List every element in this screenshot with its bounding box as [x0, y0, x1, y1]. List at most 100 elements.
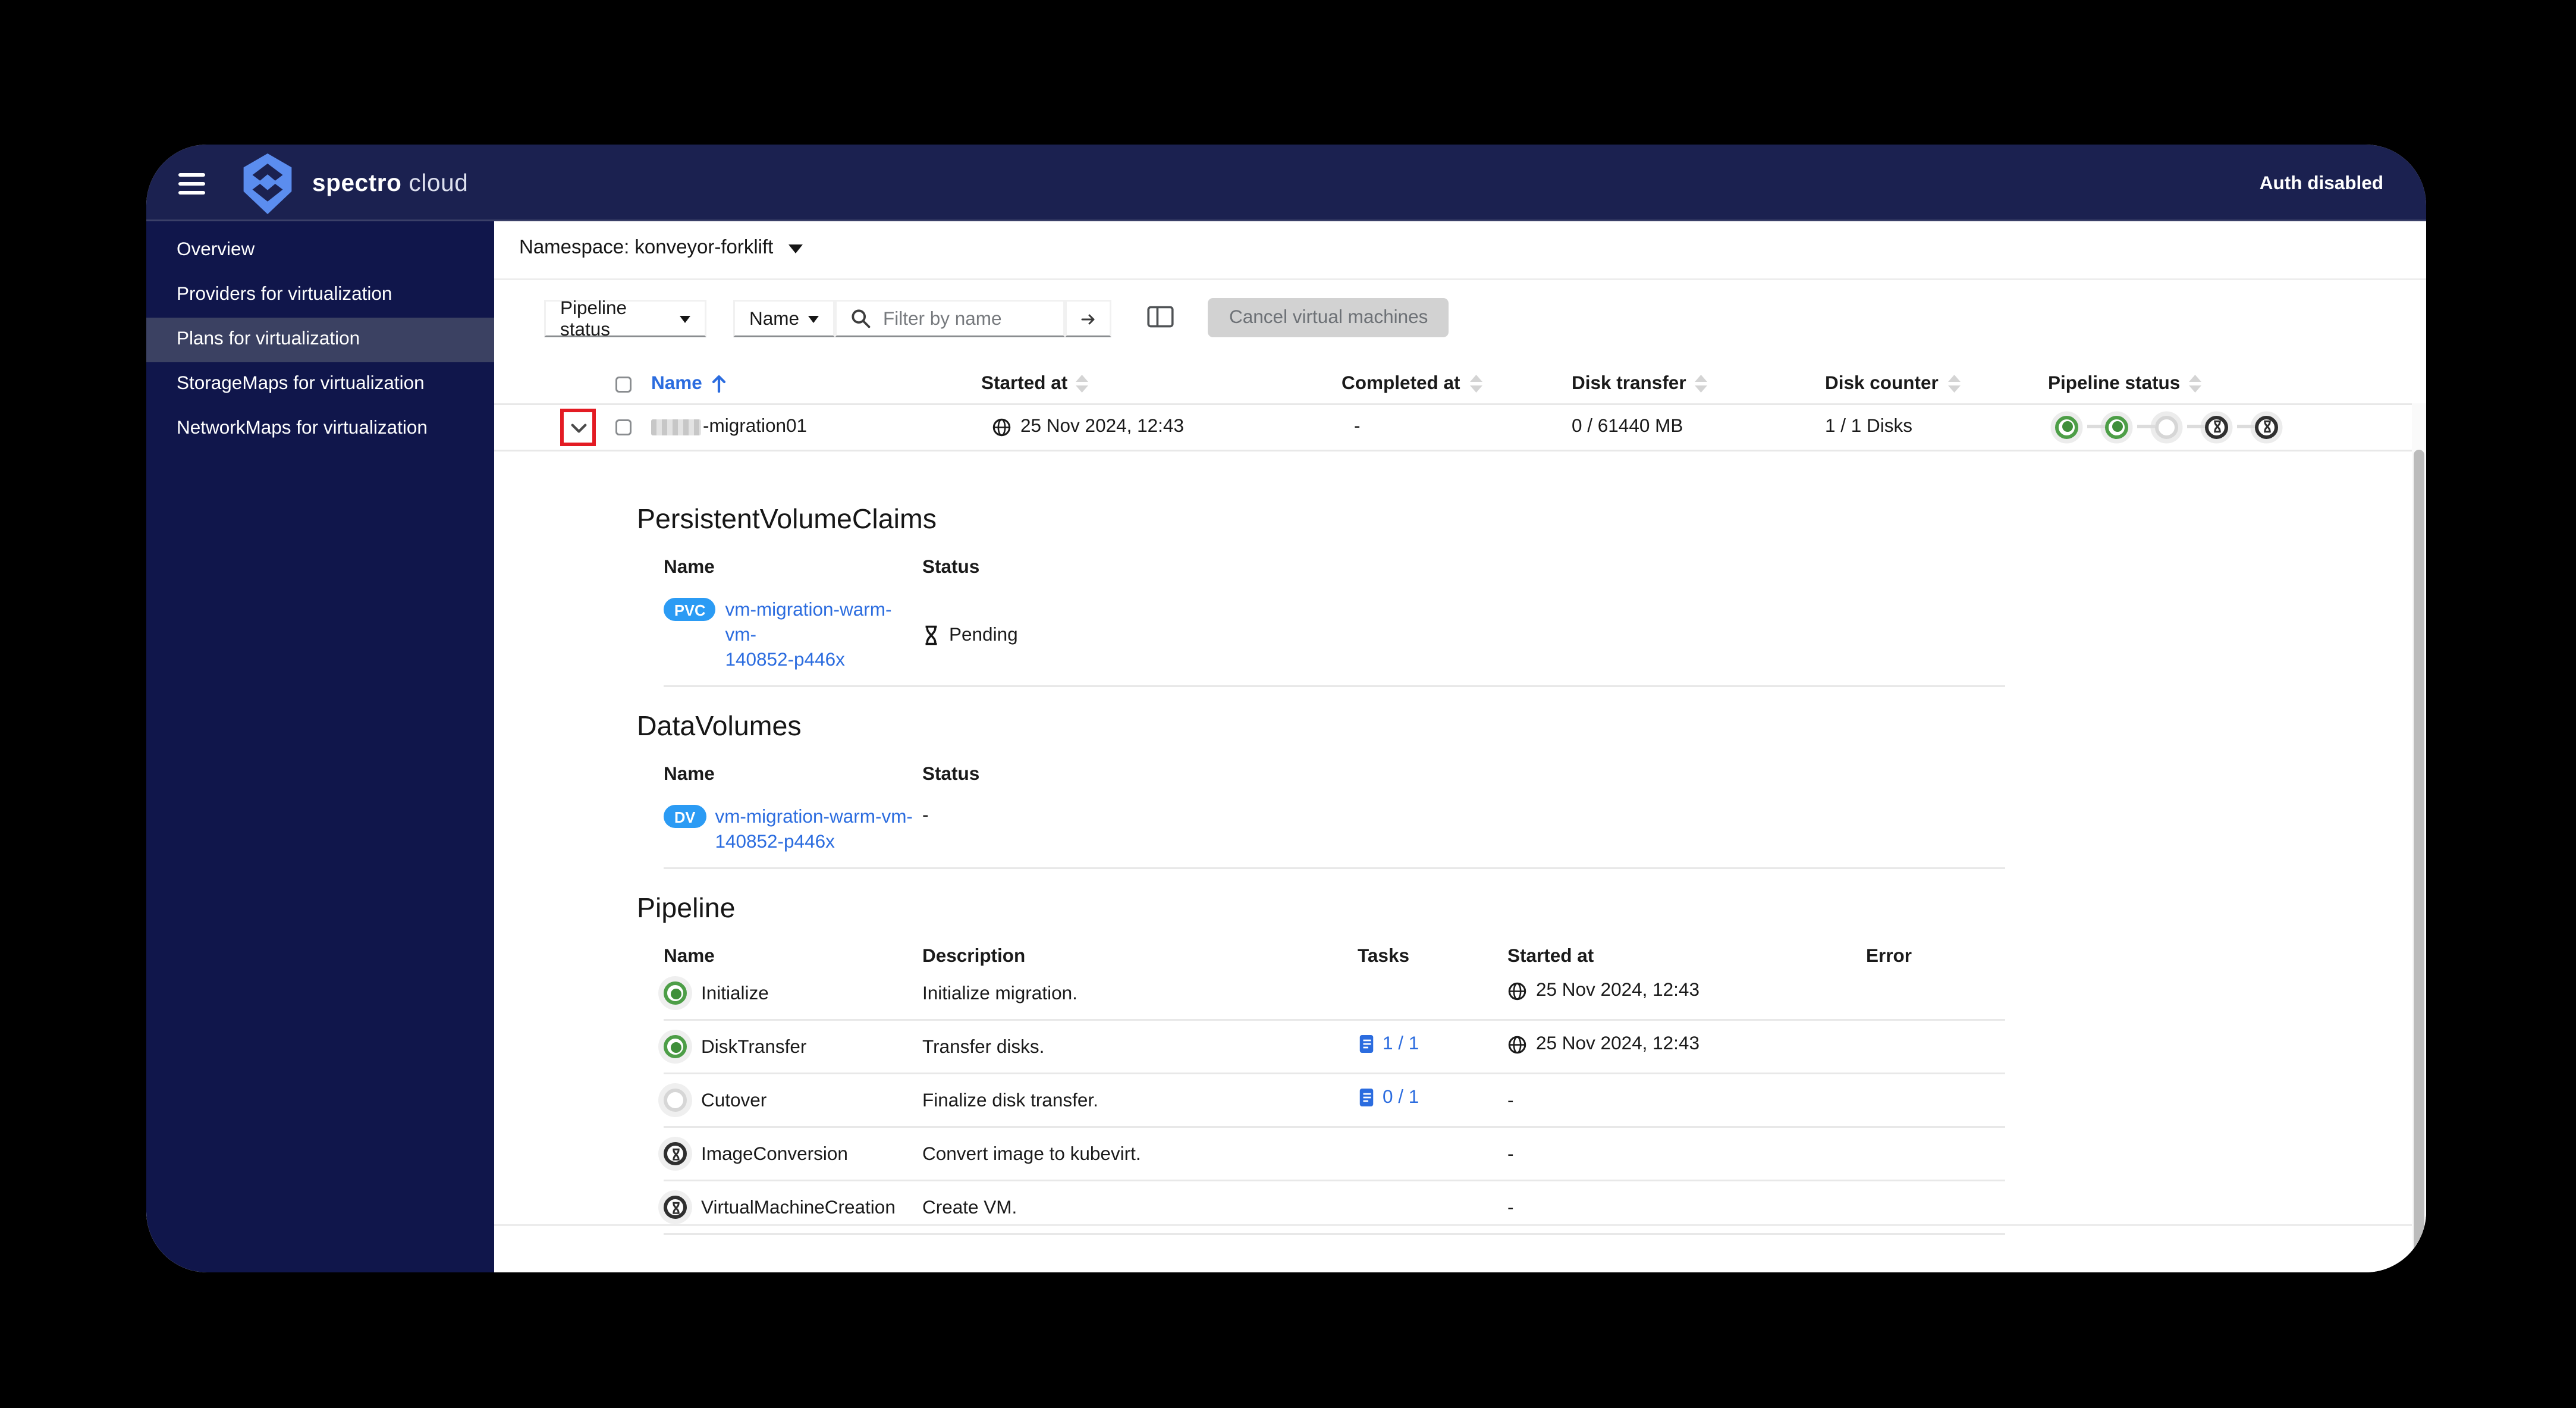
column-header-started-at[interactable]: Started at [981, 364, 1089, 403]
task-started-at: - [1507, 1143, 1514, 1165]
globe-icon [992, 418, 1011, 435]
column-header-disk-transfer[interactable]: Disk transfer [1572, 364, 1708, 403]
task-name: Cutover [701, 1089, 767, 1111]
spectro-cloud-logo-icon [239, 153, 296, 223]
dv-row: DV vm-migration-warm-vm- 140852-p446x - [664, 805, 2005, 869]
dv-table: Name Status DV vm-migration-warm-vm- 1408… [664, 764, 2005, 869]
task-count-link[interactable]: 0 / 1 [1358, 1087, 1419, 1108]
plan-name-suffix: -migration01 [703, 416, 808, 437]
pvc-status-value: Pending [949, 625, 1018, 646]
pvc-row: PVC vm-migration-warm-vm- 140852-p446x Pe… [664, 598, 2005, 687]
task-state-icon [664, 1035, 687, 1058]
column-header-name[interactable]: Name [651, 364, 725, 403]
sidebar-item[interactable]: Overview [146, 228, 494, 273]
manage-columns-button[interactable] [1147, 305, 1174, 334]
checkbox-icon [615, 418, 632, 435]
sidebar-item[interactable]: NetworkMaps for virtualization [146, 407, 494, 451]
search-submit-button[interactable] [1065, 300, 1111, 337]
task-name: DiskTransfer [701, 1036, 807, 1058]
dv-section-title: DataVolumes [637, 712, 802, 742]
scrollbar-thumb[interactable] [2414, 450, 2424, 1260]
pvc-name-header: Name [664, 557, 715, 578]
column-header-pipeline-status[interactable]: Pipeline status [2048, 364, 2202, 403]
pvc-section-title: PersistentVolumeClaims [637, 505, 937, 535]
dv-status-header: Status [922, 764, 980, 785]
task-state-icon [664, 1142, 687, 1165]
pipeline-status-filter-label: Pipeline status [560, 297, 627, 340]
hourglass-icon [925, 625, 937, 645]
sidebar-item[interactable]: StorageMaps for virtualization [146, 362, 494, 407]
sort-ascending-icon [711, 375, 725, 393]
name-filter-dropdown[interactable]: Name [733, 300, 835, 337]
sidebar: Overview Providers for virtualization Pl… [146, 221, 494, 1272]
redacted-name-blur [651, 418, 701, 435]
pipeline-step-icon [2137, 415, 2178, 438]
scrollbar-track[interactable] [2412, 403, 2426, 1272]
expanded-plan-details: PersistentVolumeClaims Name Status PVC v… [637, 505, 2412, 1235]
pipeline-table: Name Description Tasks Started at Error [664, 946, 2005, 1235]
brand-primary: spectro [312, 170, 402, 196]
pipeline-task-row: VirtualMachineCreation Create VM. - [664, 1181, 2005, 1235]
annotation-highlight-expand-toggle[interactable] [560, 409, 596, 446]
task-started-at: - [1507, 1196, 1514, 1218]
pipeline-header-name: Name [664, 946, 715, 967]
column-header-label: Pipeline status [2048, 373, 2181, 394]
pipeline-step-icon [2187, 415, 2228, 438]
select-all-checkbox[interactable] [615, 364, 632, 403]
sort-icon [2189, 375, 2202, 393]
column-header-label: Disk counter [1825, 373, 1939, 394]
search-input[interactable] [879, 306, 1049, 331]
completed-at-cell: - [1354, 416, 1361, 437]
pipeline-step-icon [2087, 415, 2128, 438]
sidebar-item[interactable]: Plans for virtualization [146, 318, 494, 362]
pipeline-task-row: DiskTransfer Transfer disks. 1 / 1 25 No… [664, 1021, 2005, 1074]
pipeline-step-icon [2055, 415, 2078, 438]
pipeline-header-error: Error [1866, 946, 1912, 967]
disk-counter-cell: 1 / 1 Disks [1825, 416, 1913, 437]
task-state-icon [664, 981, 687, 1005]
brand-wordmark: spectro cloud [312, 170, 468, 196]
task-started-at: 25 Nov 2024, 12:43 [1507, 1034, 1699, 1055]
pvc-link[interactable]: vm-migration-warm-vm- 140852-p446x [725, 598, 922, 673]
task-count-link[interactable]: 1 / 1 [1358, 1033, 1419, 1055]
column-header-completed-at[interactable]: Completed at [1342, 364, 1482, 403]
task-name: Initialize [701, 982, 769, 1004]
task-description: Transfer disks. [922, 1036, 1045, 1058]
name-filter-label: Name [749, 308, 800, 330]
pipeline-header-description: Description [922, 946, 1026, 967]
pipeline-header-tasks: Tasks [1358, 946, 1409, 967]
task-state-icon [664, 1089, 687, 1112]
brand-secondary: cloud [409, 170, 469, 196]
pipeline-step-icon [2237, 415, 2278, 438]
pipeline-status-filter-dropdown[interactable]: Pipeline status [544, 297, 706, 340]
task-name: VirtualMachineCreation [701, 1196, 896, 1218]
dv-name-header: Name [664, 764, 715, 785]
divider [494, 1224, 2412, 1226]
row-checkbox[interactable] [615, 403, 632, 450]
hourglass-icon [2213, 420, 2220, 433]
checkbox-icon [615, 375, 632, 392]
hamburger-menu-icon[interactable] [178, 173, 205, 200]
namespace-bar: Namespace: konveyor-forklift [494, 221, 2426, 280]
screenshot-stage: spectro cloud Auth disabled Overview Prov… [0, 0, 2576, 1408]
sidebar-item[interactable]: Providers for virtualization [146, 273, 494, 318]
chevron-down-icon [789, 243, 804, 253]
column-header-label: Disk transfer [1572, 373, 1686, 394]
plan-name-cell: -migration01 [651, 403, 807, 450]
column-header-label: Completed at [1342, 373, 1460, 394]
tasks-list-icon [1359, 1035, 1374, 1053]
cancel-virtual-machines-button[interactable]: Cancel virtual machines [1208, 298, 1450, 337]
column-header-disk-counter[interactable]: Disk counter [1825, 364, 1960, 403]
column-header-label: Started at [981, 373, 1068, 394]
sort-icon [1076, 375, 1089, 393]
task-description: Finalize disk transfer. [922, 1089, 1098, 1111]
search-field[interactable] [835, 300, 1065, 337]
namespace-selector[interactable]: Namespace: konveyor-forklift [519, 237, 804, 259]
task-state-icon [664, 1196, 687, 1219]
task-description: Convert image to kubevirt. [922, 1143, 1141, 1165]
task-description: Initialize migration. [922, 982, 1077, 1004]
dv-link[interactable]: vm-migration-warm-vm- 140852-p446x [715, 805, 915, 855]
pipeline-header-started-at: Started at [1507, 946, 1594, 967]
pipeline-task-row: Cutover Finalize disk transfer. 0 / 1 - [664, 1074, 2005, 1128]
auth-status-label: Auth disabled [2259, 173, 2383, 195]
